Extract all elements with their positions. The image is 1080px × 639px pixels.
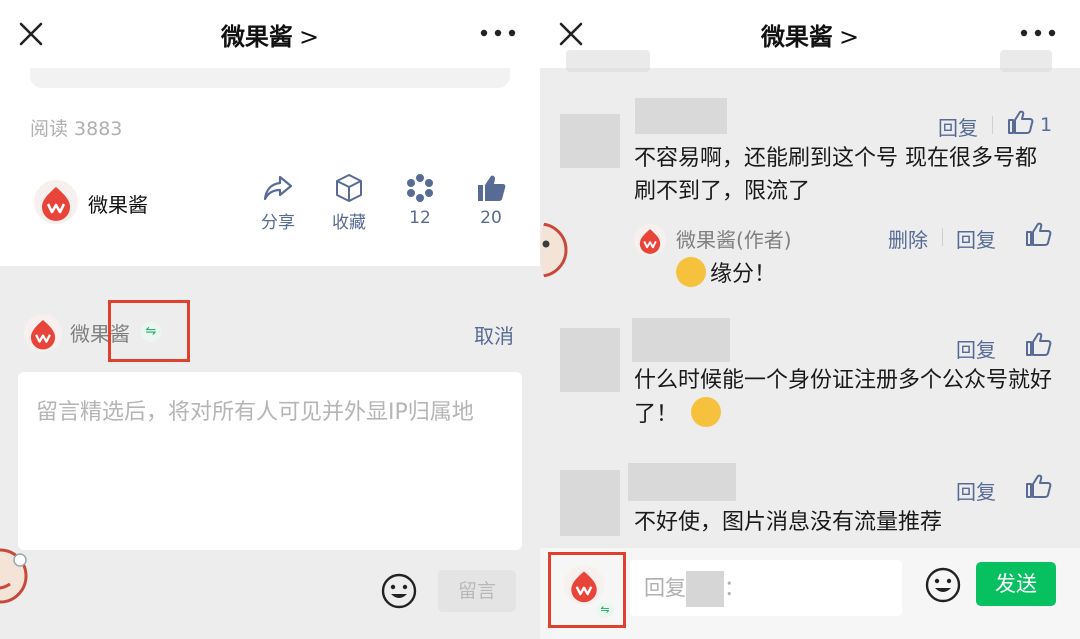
title-text: 微果酱 (760, 23, 833, 51)
share-label: 分享 (261, 213, 295, 233)
thumbs-up-icon[interactable] (1024, 330, 1052, 358)
reply-button[interactable]: 回复 (956, 334, 996, 363)
separator (942, 228, 943, 246)
reply-prefix: 回复 (644, 576, 686, 600)
reply-button[interactable]: 回复 (956, 224, 996, 253)
commenter-name[interactable] (628, 463, 736, 501)
sad-emoji-icon (691, 397, 722, 427)
comment-text: 不好使，图片消息没有流量推荐 (634, 510, 943, 535)
send-button[interactable]: 发送 (976, 562, 1056, 606)
emoji-icon[interactable] (924, 566, 962, 604)
author-reply-text-row: 缘分！ (676, 256, 776, 288)
commenter-avatar[interactable] (560, 470, 620, 536)
author-avatar[interactable] (34, 180, 78, 224)
author-reply-text: 缘分！ (710, 262, 777, 287)
article-footer (0, 68, 540, 266)
clipped-header-remnant (1000, 50, 1052, 72)
commenter-avatar (24, 314, 62, 352)
author-name[interactable]: 微果酱 (88, 189, 148, 218)
comment-text: 什么时候能一个身份证注册多个公众号就好了！ (634, 364, 1054, 431)
read-count: 阅读 3883 (30, 118, 123, 140)
chevron-right-icon: > (298, 23, 320, 51)
commenter-name[interactable] (635, 98, 727, 134)
thumbs-up-icon[interactable] (1024, 472, 1052, 500)
more-icon[interactable] (1018, 18, 1058, 48)
separator (992, 116, 993, 134)
article-card-edge (30, 68, 510, 88)
commenter-name[interactable] (632, 318, 730, 362)
title-text: 微果酱 (220, 23, 293, 51)
commenter-avatar[interactable] (560, 114, 620, 168)
highlight-box (108, 300, 190, 362)
thumbs-up-icon (478, 175, 506, 201)
mascot-sticker (540, 222, 568, 278)
author-reply-name: 微果酱(作者) (676, 228, 792, 252)
comment-text: 不容易啊，还能刷到这个号 现在很多号都刷不到了，限流了 (634, 146, 1037, 204)
blurred-username (686, 571, 724, 607)
top-bar: 微果酱 > (0, 0, 540, 68)
collect-button[interactable]: 收藏 (319, 172, 379, 233)
commenter-avatar[interactable] (560, 328, 620, 392)
share-button[interactable]: 分享 (248, 172, 308, 233)
more-icon[interactable] (478, 18, 518, 48)
author-avatar[interactable] (634, 224, 666, 256)
reply-input[interactable]: 回复 ： (630, 560, 902, 616)
thumbs-up-icon[interactable] (1006, 108, 1034, 136)
page-title[interactable]: 微果酱 > (540, 17, 1080, 52)
bookmark-box-icon (336, 174, 362, 202)
emoji-icon[interactable] (380, 572, 418, 610)
cancel-button[interactable]: 取消 (474, 320, 514, 349)
chevron-right-icon: > (838, 23, 860, 51)
article-comment-screen: 微果酱 > 阅读 3883 微果酱 分享 收藏 12 20 微果酱 ⇋ 取消 留… (0, 0, 540, 639)
like-button[interactable]: 20 (461, 172, 521, 228)
wow-count: 12 (409, 208, 431, 228)
clipped-header-remnant (566, 50, 650, 72)
comment-like-count: 1 (1040, 114, 1053, 136)
comment-reply-screen: 微果酱 > (540, 0, 1080, 639)
reply-button[interactable]: 回复 (956, 476, 996, 505)
wow-button[interactable]: 12 (390, 172, 450, 228)
reply-button[interactable]: 回复 (938, 112, 978, 141)
thumbs-up-icon[interactable] (1024, 220, 1052, 248)
wow-icon (407, 174, 433, 202)
collect-label: 收藏 (332, 213, 366, 233)
comment-input[interactable]: 留言精选后，将对所有人可见并外显IP归属地 (18, 372, 522, 550)
highlight-box (548, 552, 626, 628)
share-icon (263, 175, 293, 201)
submit-comment-button[interactable]: 留言 (438, 570, 516, 612)
page-title[interactable]: 微果酱 > (0, 17, 540, 52)
grin-emoji-icon (676, 257, 706, 287)
mascot-sticker (0, 548, 28, 604)
delete-button[interactable]: 删除 (888, 224, 928, 253)
reply-suffix: ： (724, 576, 745, 600)
like-count: 20 (480, 208, 502, 228)
